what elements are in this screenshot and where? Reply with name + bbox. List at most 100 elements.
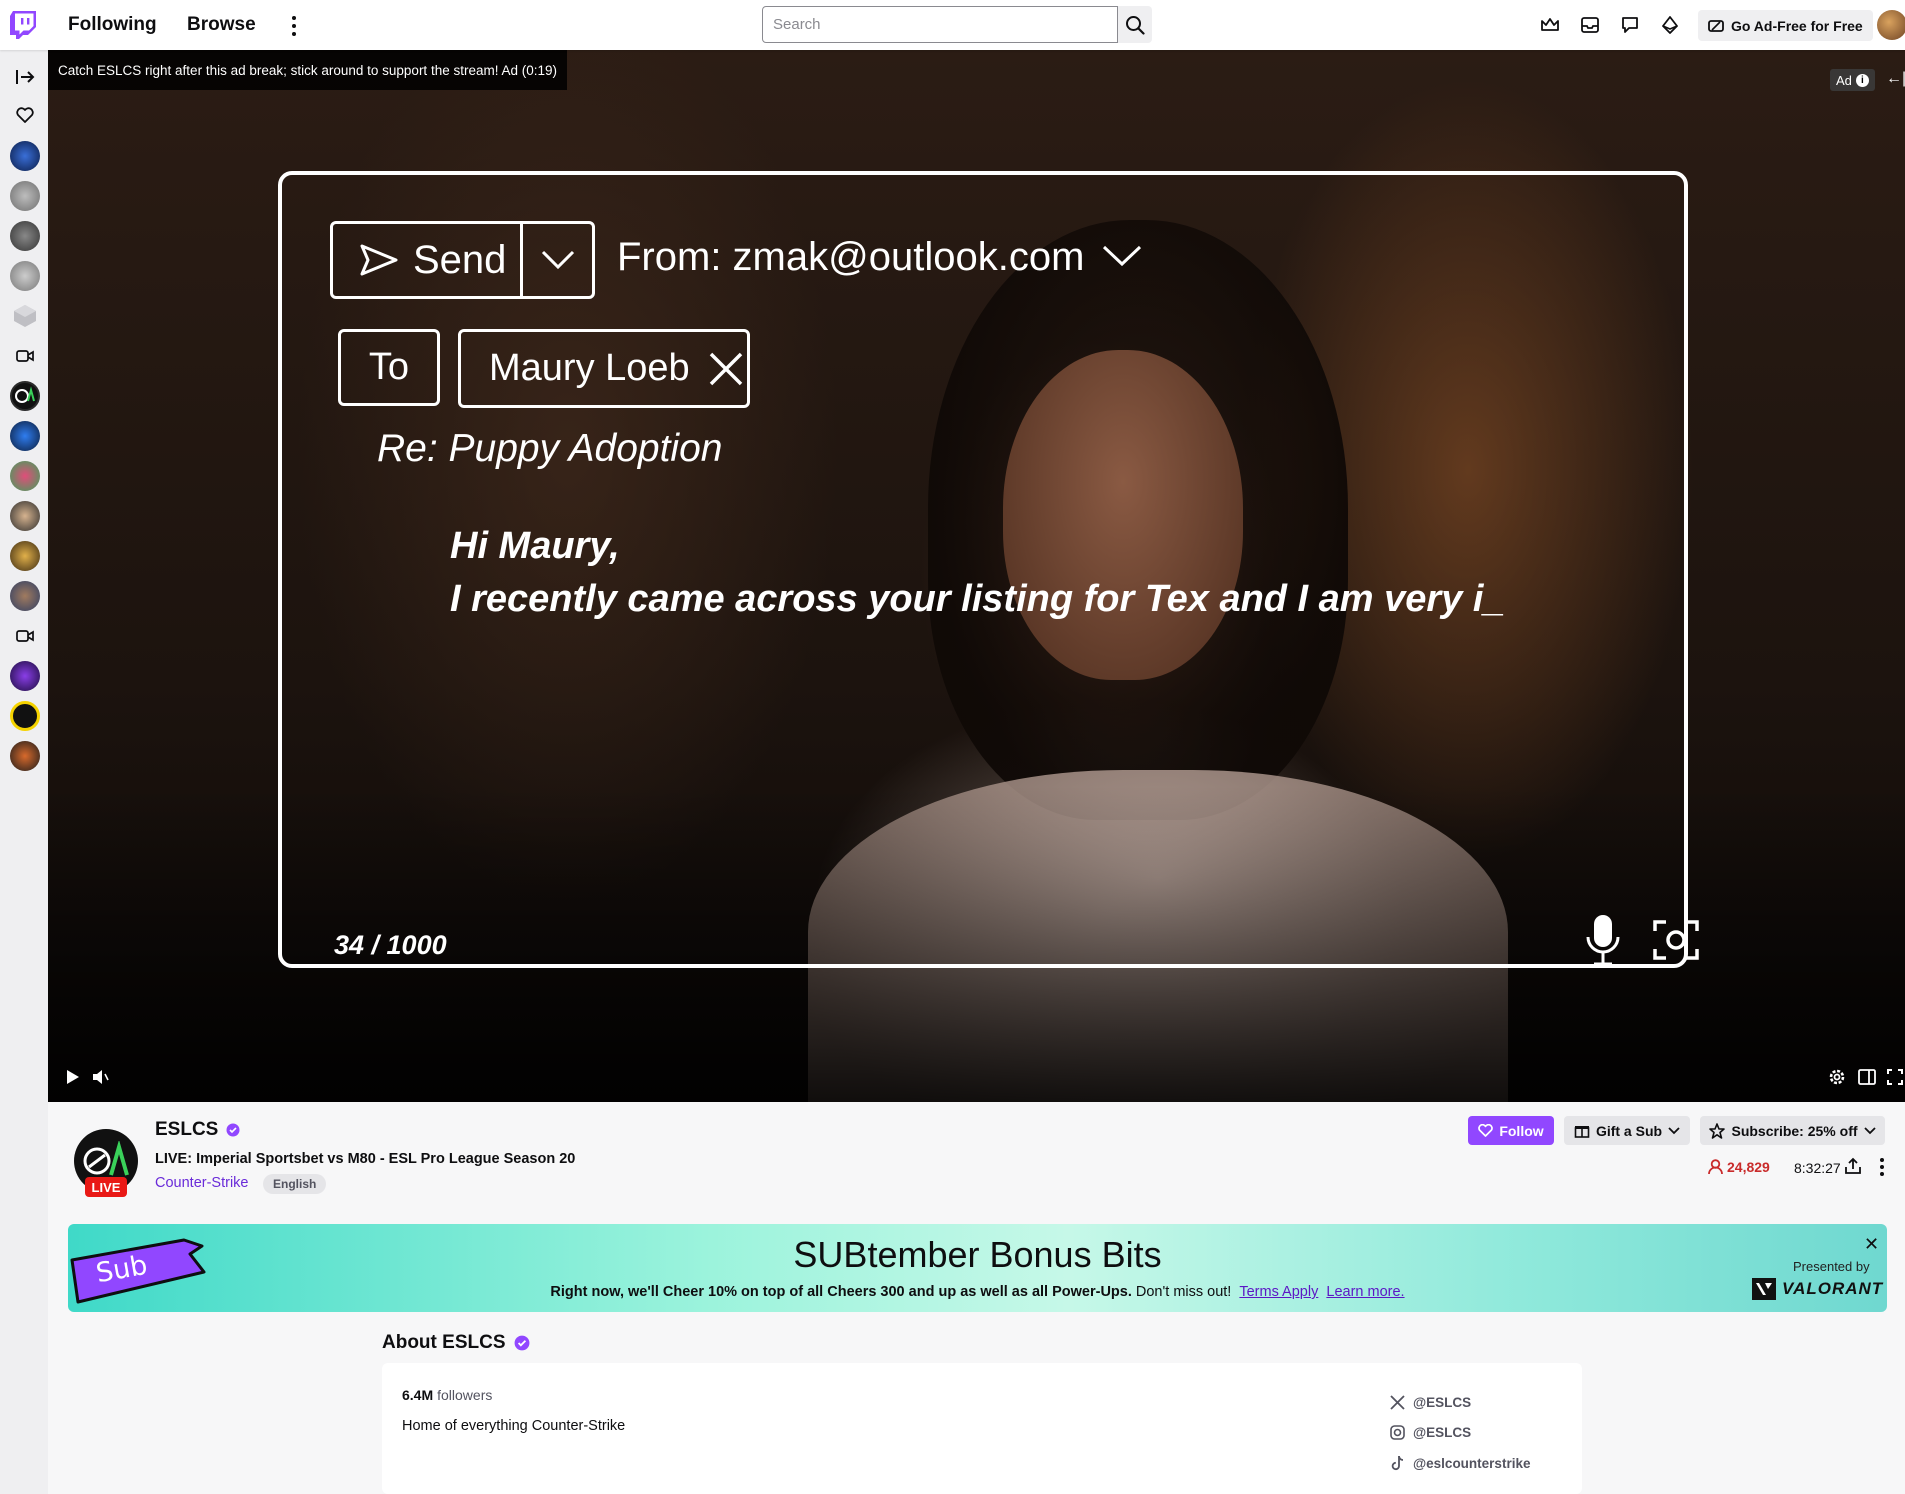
learn-more-link[interactable]: Learn more.: [1326, 1284, 1404, 1300]
settings-gear-icon[interactable]: [1826, 1066, 1848, 1088]
recommended-channel-avatar[interactable]: [10, 461, 40, 491]
share-icon[interactable]: [1844, 1157, 1862, 1175]
collapse-chat-icon[interactable]: ←|: [1886, 70, 1905, 88]
channel-name[interactable]: ESLCS: [155, 1119, 218, 1141]
social-handle: @ESLCS: [1413, 1395, 1472, 1410]
nav-following[interactable]: Following: [68, 14, 157, 36]
whispers-icon[interactable]: [1620, 15, 1640, 35]
followed-channel-avatar[interactable]: [10, 261, 40, 291]
star-icon: [1709, 1122, 1726, 1139]
follow-label: Follow: [1499, 1122, 1544, 1139]
recommended-channel-avatar[interactable]: [10, 701, 40, 731]
verified-badge-icon: [514, 1335, 529, 1351]
crown-icon[interactable]: [1540, 15, 1560, 35]
twitch-logo-icon[interactable]: [10, 11, 36, 39]
video-player[interactable]: Catch ESLCS right after this ad break; s…: [48, 50, 1905, 1102]
gift-icon: [1574, 1126, 1590, 1138]
theatre-mode-icon[interactable]: [1856, 1066, 1878, 1088]
more-menu-icon[interactable]: [290, 16, 298, 36]
close-icon[interactable]: ✕: [1864, 1234, 1879, 1255]
banner-title: SUBtember Bonus Bits: [793, 1234, 1162, 1275]
recommended-channel-avatar[interactable]: [10, 581, 40, 611]
recommended-channel-avatar[interactable]: [10, 661, 40, 691]
ad-to-label: To: [338, 329, 440, 406]
ad-greeting: Hi Maury,: [450, 525, 620, 567]
sponsor-logo: VALORANT: [1752, 1278, 1883, 1300]
banner-text-rest: Don't miss out!: [1131, 1284, 1232, 1300]
user-avatar[interactable]: [1877, 10, 1905, 40]
x-logo-icon: [1390, 1395, 1405, 1410]
go-ad-free-label: Go Ad-Free for Free: [1731, 17, 1863, 34]
top-nav: Following Browse Go Ad-Free for Free: [0, 0, 1905, 50]
ad-free-icon: [1708, 19, 1724, 32]
social-link-instagram[interactable]: @ESLCS: [1390, 1425, 1471, 1440]
ad-info-badge[interactable]: Ad i: [1830, 69, 1875, 91]
followed-channel-avatar[interactable]: [10, 141, 40, 171]
fullscreen-icon[interactable]: [1884, 1066, 1905, 1088]
subtember-banner: Sub SUBtember Bonus Bits Right now, we'l…: [68, 1224, 1887, 1312]
verified-badge-icon: [226, 1123, 240, 1137]
live-camera-icon: [10, 341, 40, 371]
eslcs-logo-icon: [83, 1141, 129, 1176]
expand-sidebar-icon[interactable]: [10, 62, 40, 92]
language-tag[interactable]: English: [263, 1174, 327, 1194]
subscribe-label: Subscribe: 25% off: [1731, 1122, 1858, 1139]
inbox-icon[interactable]: [1580, 15, 1600, 35]
go-ad-free-button[interactable]: Go Ad-Free for Free: [1698, 10, 1873, 41]
social-link-tiktok[interactable]: @eslcounterstrike: [1390, 1455, 1530, 1471]
recommended-channel-avatar[interactable]: [10, 741, 40, 771]
search-button[interactable]: [1118, 6, 1152, 43]
subscribe-button[interactable]: Subscribe: 25% off: [1700, 1116, 1885, 1145]
nav-browse[interactable]: Browse: [187, 14, 256, 36]
followed-heart-icon: [10, 100, 40, 130]
channel-info: LIVE ESLCS LIVE: Imperial Sportsbet vs M…: [48, 1102, 1905, 1222]
ad-badge-label: Ad: [1836, 72, 1852, 88]
ad-message: Catch ESLCS right after this ad break; s…: [48, 50, 567, 90]
ad-char-counter: 34 / 1000: [334, 930, 447, 960]
search-input[interactable]: [762, 6, 1118, 43]
tiktok-icon: [1391, 1455, 1404, 1471]
followed-channel-avatar[interactable]: [10, 221, 40, 251]
follow-button[interactable]: Follow: [1468, 1116, 1554, 1145]
game-category-link[interactable]: Counter-Strike: [155, 1175, 248, 1191]
terms-apply-link[interactable]: Terms Apply: [1239, 1284, 1318, 1300]
sidebar: [0, 50, 48, 1494]
ad-from-line: From: zmak@outlook.com: [617, 235, 1085, 279]
social-link-x[interactable]: @ESLCS: [1390, 1395, 1471, 1410]
recommended-channel-avatar[interactable]: [10, 501, 40, 531]
recommended-channel-avatar[interactable]: [10, 381, 40, 411]
about-header: About ESLCS: [382, 1332, 530, 1354]
gift-a-sub-button[interactable]: Gift a Sub: [1564, 1116, 1690, 1145]
followed-channel-avatar[interactable]: [10, 301, 40, 331]
heart-icon: [1478, 1124, 1494, 1137]
ad-subject: Re: Puppy Adoption: [377, 427, 723, 470]
stream-title: LIVE: Imperial Sportsbet vs M80 - ESL Pr…: [155, 1151, 576, 1167]
recommended-channel-avatar[interactable]: [10, 421, 40, 451]
recommended-channel-avatar[interactable]: [10, 541, 40, 571]
chevron-down-icon: [1668, 1126, 1680, 1134]
top-icon-group: [1540, 15, 1680, 35]
ad-body: I recently came across your listing for …: [450, 578, 1505, 620]
presented-by-label: Presented by: [1793, 1259, 1870, 1274]
search-icon: [1126, 15, 1145, 35]
microphone-icon: [1586, 915, 1620, 966]
bits-icon[interactable]: [1660, 15, 1680, 35]
followed-channel-avatar[interactable]: [10, 181, 40, 211]
ad-recipient-chip: Maury Loeb: [458, 329, 750, 408]
social-handle: @eslcounterstrike: [1413, 1455, 1531, 1471]
player-controls: [48, 1060, 1905, 1096]
send-icon: [360, 244, 398, 276]
volume-muted-icon[interactable]: [90, 1066, 112, 1088]
channel-name-row: ESLCS: [155, 1119, 240, 1141]
banner-text-bold: Right now, we'll Cheer 10% on top of all…: [550, 1284, 1132, 1300]
live-badge: LIVE: [85, 1177, 127, 1197]
about-description: Home of everything Counter-Strike: [402, 1418, 626, 1434]
play-icon[interactable]: [62, 1066, 84, 1088]
valorant-logo-icon: [1752, 1278, 1776, 1300]
viewer-person-icon: [1708, 1159, 1723, 1175]
followers-count: 6.4M followers: [402, 1387, 492, 1403]
chevron-down-icon: [1102, 245, 1142, 267]
more-options-icon[interactable]: [1879, 1158, 1885, 1176]
instagram-icon: [1390, 1425, 1405, 1440]
gift-a-sub-label: Gift a Sub: [1595, 1122, 1663, 1139]
